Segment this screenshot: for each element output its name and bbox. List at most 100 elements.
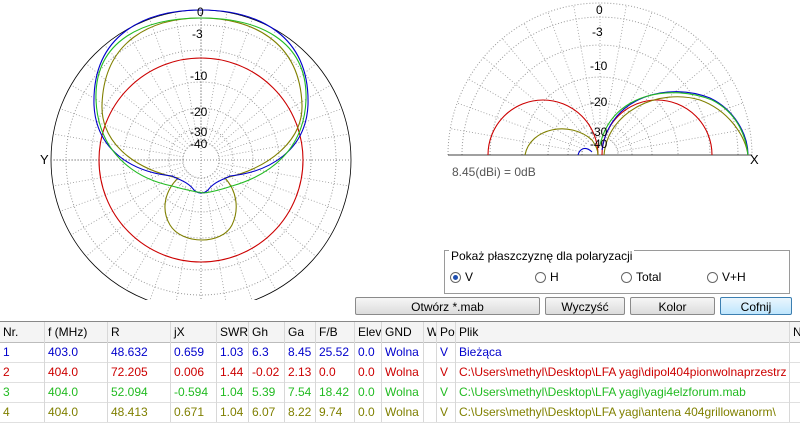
table-header: Nr.f (MHz)RjXSWRGhGaF/BElevGNDWPoPlikN — [0, 322, 800, 343]
radio-v[interactable] — [450, 271, 461, 283]
column-header[interactable]: F/B — [316, 322, 355, 342]
column-header[interactable]: GND — [382, 322, 424, 342]
table-cell: 2.13 — [285, 362, 316, 382]
undo-button[interactable]: Cofnij — [720, 297, 792, 315]
table-cell: 0.659 — [171, 342, 217, 362]
table-cell: 2 — [0, 362, 45, 382]
table-cell: 25.52 — [316, 342, 355, 362]
table-cell — [424, 402, 437, 422]
radio-v-label: V — [465, 270, 474, 284]
column-header[interactable]: Po — [437, 322, 456, 342]
right-ring-label-10: -10 — [590, 59, 608, 73]
table-cell: C:\Users\methyl\Desktop\LFA yagi\dipol40… — [456, 362, 790, 382]
table-cell: 48.632 — [108, 342, 171, 362]
table-cell: V — [437, 362, 456, 382]
table-cell: V — [437, 402, 456, 422]
table-cell: 0.0 — [355, 402, 382, 422]
table-cell: 1.04 — [217, 382, 249, 402]
table-cell: Wolna — [382, 342, 424, 362]
table-row[interactable]: 3 404.0 52.094 -0.594 1.04 5.39 7.54 18.42 0.0 Wo… — [0, 382, 800, 403]
left-polar-plot: 0 -3 -10 -20 -30 -40 Y — [40, 5, 352, 300]
table-cell: 1 — [0, 342, 45, 362]
table-cell: 4 — [0, 402, 45, 422]
table-cell: 1.03 — [217, 342, 249, 362]
right-polar-plot: 0 -3 -10 -20 -30 -40 X — [447, 2, 759, 167]
table-cell: 6.3 — [249, 342, 285, 362]
column-header[interactable]: Elev — [355, 322, 382, 342]
right-ring-label-20: -20 — [590, 95, 608, 109]
left-ring-label-3: -3 — [192, 27, 203, 41]
radio-vh[interactable] — [707, 271, 718, 283]
clear-button[interactable]: Wyczyść — [545, 297, 625, 315]
polarization-title: Pokaż płaszczyznę dla polaryzacji — [449, 249, 635, 263]
table-cell: 404.0 — [45, 402, 108, 422]
column-header[interactable]: Plik — [456, 322, 790, 342]
elev-series-4 — [524, 128, 599, 156]
table-cell: V — [437, 382, 456, 402]
table-row[interactable]: 1 403.0 48.632 0.659 1.03 6.3 8.45 25.52 0.0 Woln… — [0, 342, 800, 363]
radio-total[interactable] — [621, 271, 632, 283]
table-cell: 0.0 — [355, 382, 382, 402]
table-cell: Bieżąca — [456, 342, 790, 362]
table-cell: 0.671 — [171, 402, 217, 422]
left-ring-label-40: -40 — [190, 137, 208, 151]
table-cell: 0.006 — [171, 362, 217, 382]
column-header[interactable]: SWR — [217, 322, 249, 342]
polarization-option-vh[interactable]: V+H — [707, 270, 746, 284]
table-cell: 52.094 — [108, 382, 171, 402]
color-button[interactable]: Kolor — [630, 297, 715, 315]
table-cell: Wolna — [382, 382, 424, 402]
table-cell: 404.0 — [45, 362, 108, 382]
y-axis-label: Y — [40, 152, 49, 167]
gain-reference-note: 8.45(dBi) = 0dB — [452, 165, 536, 179]
table-row[interactable]: 4 404.0 48.413 0.671 1.04 6.07 8.22 9.74 0.0 Woln… — [0, 402, 800, 423]
table-cell: 0.0 — [355, 342, 382, 362]
radio-h-label: H — [550, 270, 559, 284]
table-cell: 404.0 — [45, 382, 108, 402]
column-header[interactable]: N — [790, 322, 800, 342]
table-cell: 0.0 — [316, 362, 355, 382]
table-cell: 6.07 — [249, 402, 285, 422]
table-cell: 3 — [0, 382, 45, 402]
polarization-option-v[interactable]: V — [450, 270, 473, 284]
table-cell: 72.205 — [108, 362, 171, 382]
elev-series-2b — [601, 99, 713, 156]
left-ring-label-10: -10 — [190, 69, 208, 83]
table-row[interactable]: 2 404.0 72.205 0.006 1.44 -0.02 2.13 0.0 0.0 Woln… — [0, 362, 800, 383]
table-cell: 8.22 — [285, 402, 316, 422]
column-header[interactable]: Nr. — [0, 322, 45, 342]
table-cell: C:\Users\methyl\Desktop\LFA yagi\antena … — [456, 402, 790, 422]
open-mab-button[interactable]: Otwórz *.mab — [355, 297, 540, 315]
table-cell: 18.42 — [316, 382, 355, 402]
column-header[interactable]: W — [424, 322, 437, 342]
table-cell — [424, 342, 437, 362]
right-ring-label-0: 0 — [596, 3, 603, 17]
column-header[interactable]: Gh — [249, 322, 285, 342]
column-header[interactable]: Ga — [285, 322, 316, 342]
table-cell: -0.594 — [171, 382, 217, 402]
table-cell: V — [437, 342, 456, 362]
radio-h[interactable] — [535, 271, 546, 283]
table-cell: 1.44 — [217, 362, 249, 382]
x-axis-label: X — [750, 152, 759, 167]
table-cell: 48.413 — [108, 402, 171, 422]
column-header[interactable]: f (MHz) — [45, 322, 108, 342]
left-ring-label-0: 0 — [197, 5, 204, 19]
table-cell: 9.74 — [316, 402, 355, 422]
polarization-option-h[interactable]: H — [535, 270, 559, 284]
elev-series-1 — [601, 91, 749, 156]
radio-total-label: Total — [636, 270, 662, 284]
table-cell: 7.54 — [285, 382, 316, 402]
table-cell: -0.02 — [249, 362, 285, 382]
table-cell: Wolna — [382, 402, 424, 422]
radio-vh-label: V+H — [722, 270, 746, 284]
column-header[interactable]: R — [108, 322, 171, 342]
polarization-option-total[interactable]: Total — [621, 270, 661, 284]
results-table: Nr.f (MHz)RjXSWRGhGaF/BElevGNDWPoPlikN14… — [0, 321, 800, 423]
table-cell: Wolna — [382, 362, 424, 382]
column-header[interactable]: jX — [171, 322, 217, 342]
left-ring-label-20: -20 — [190, 105, 208, 119]
right-ring-label-40: -40 — [590, 137, 608, 151]
elev-series-2 — [487, 99, 599, 156]
table-cell — [424, 362, 437, 382]
